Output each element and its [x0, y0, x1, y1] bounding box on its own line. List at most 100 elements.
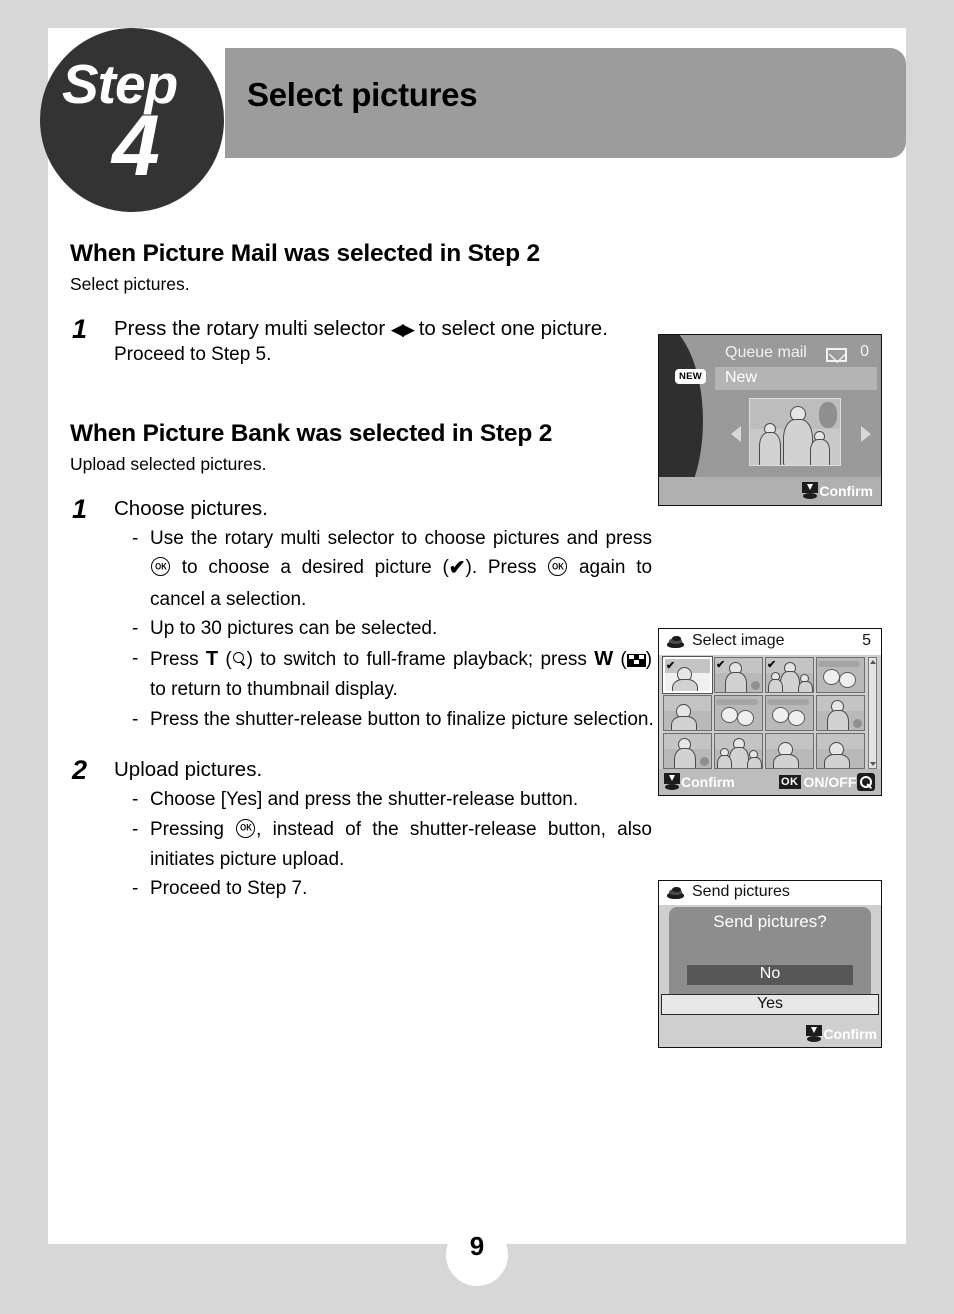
- thumbnail-grid-icon: [626, 653, 646, 667]
- thumbnail-item[interactable]: [714, 733, 763, 769]
- checkmark-icon: ✔: [448, 557, 466, 580]
- bullet-item: Pressing , instead of the shutter-releas…: [132, 815, 652, 874]
- checkmark-icon: ✔: [666, 660, 676, 672]
- shutter-release-icon: [802, 482, 819, 499]
- onoff-label: ON/OFF: [803, 774, 857, 790]
- left-right-arrows-icon: ◀▶: [390, 320, 415, 339]
- confirm-hint: Confirm: [802, 482, 873, 499]
- thumbnail-item[interactable]: ✔: [765, 657, 814, 693]
- ok-button-icon: [151, 557, 170, 577]
- bullet-text-3: ). Press: [465, 557, 537, 579]
- bullet-item: Choose [Yes] and press the shutter-relea…: [132, 785, 652, 815]
- thumbnail-art: [715, 696, 762, 730]
- select-image-header: Select image 5: [659, 629, 881, 655]
- bullet-item: Proceed to Step 7.: [132, 874, 652, 904]
- queue-mail-footer: Confirm: [659, 477, 881, 505]
- bullet-text-1: Use the rotary multi selector to choose …: [150, 527, 652, 549]
- thumbnail-art: [817, 696, 864, 730]
- select-image-count: 5: [862, 632, 871, 649]
- thumbnail-art: [664, 696, 711, 730]
- thumbnail-art: [766, 696, 813, 730]
- thumbnail-item[interactable]: [663, 695, 712, 731]
- thumbnail-item[interactable]: ✔: [662, 656, 713, 694]
- bullet-text-1: Pressing: [150, 818, 224, 840]
- thumbnail-art: [817, 658, 864, 692]
- thumbnail-item[interactable]: [816, 695, 865, 731]
- queue-mail-new-row[interactable]: New: [715, 367, 877, 390]
- scrollbar[interactable]: [868, 657, 877, 769]
- new-badge: NEW: [675, 369, 707, 384]
- confirm-hint: Confirm: [664, 773, 735, 790]
- step-title-text-before: Press the rotary multi selector: [114, 317, 386, 340]
- thumbnail-item[interactable]: [765, 695, 814, 731]
- step-marker: 2: [72, 755, 88, 786]
- dialog-option-no[interactable]: No: [687, 965, 853, 985]
- ok-button-icon: [236, 818, 256, 838]
- queue-mail-new-label: New: [725, 369, 758, 386]
- checkmark-icon: ✔: [716, 659, 726, 671]
- bullet-text-2: , instead of the shutter-release button,…: [150, 818, 652, 870]
- bullet-item: Press T () to switch to full-frame playb…: [132, 644, 652, 705]
- page-number: 9: [469, 1231, 485, 1261]
- queue-mail-title: Queue mail: [725, 344, 807, 361]
- bullet-item: Press the shutter-release button to fina…: [132, 705, 654, 735]
- confirm-hint: Confirm: [806, 1025, 877, 1042]
- magnifier-icon[interactable]: [857, 773, 875, 791]
- onoff-hint: OK ON/OFF: [779, 774, 856, 790]
- confirm-label: Confirm: [681, 773, 735, 790]
- dialog-option-yes[interactable]: Yes: [661, 994, 879, 1015]
- dialog-question: Send pictures?: [713, 912, 827, 931]
- step-bullet-list: Use the rotary multi selector to choose …: [114, 524, 654, 735]
- thumbnail-grid[interactable]: ✔ ✔ ✔: [662, 656, 865, 769]
- step-marker: 1: [72, 314, 88, 344]
- step-badge-number: 4: [112, 98, 160, 194]
- thumbnail-item[interactable]: [663, 733, 712, 769]
- bullet-item: Up to 30 pictures can be selected.: [132, 614, 652, 644]
- thumbnail-item[interactable]: ✔: [714, 657, 763, 693]
- send-pictures-body: Send pictures Send pictures? No Yes Conf…: [659, 881, 881, 1047]
- tele-zoom-key-icon: T: [205, 647, 219, 670]
- page-title: Select pictures: [247, 76, 478, 113]
- section-subtitle-picture-mail: Select pictures.: [70, 274, 190, 294]
- shutter-release-icon: [664, 773, 680, 790]
- step-title: Press the rotary multi selector ◀▶ to se…: [114, 315, 674, 342]
- bullet-text-2: to choose a desired picture (: [181, 557, 449, 579]
- section-heading-picture-mail: When Picture Mail was selected in Step 2: [70, 240, 540, 267]
- right-arrow-icon[interactable]: [861, 426, 871, 442]
- preview-thumbnail: [749, 398, 841, 466]
- step-marker: 1: [72, 493, 88, 524]
- camera-screen-queue-mail: Queue mail 0 NEW New Confirm: [658, 334, 882, 506]
- bullet-text-1: Press: [150, 648, 199, 670]
- ok-button-icon: [548, 557, 568, 577]
- send-pictures-footer: Confirm: [659, 1021, 881, 1047]
- shutter-release-icon: [806, 1025, 823, 1042]
- step-title-text-after: to select one picture.: [418, 317, 608, 340]
- thumbnail-art: [664, 734, 711, 768]
- thumbnail-art: [766, 734, 813, 768]
- left-arrow-icon[interactable]: [731, 426, 741, 442]
- thumbnail-art: [817, 734, 864, 768]
- queue-mail-body: Queue mail 0 NEW New Confirm: [659, 335, 881, 505]
- thumbnail-art: [715, 734, 762, 768]
- send-pictures-title: Send pictures: [692, 883, 790, 900]
- select-image-title: Select image: [692, 632, 785, 649]
- thumbnail-item[interactable]: [816, 657, 865, 693]
- checkmark-icon: ✔: [767, 659, 777, 671]
- album-icon: [667, 887, 685, 900]
- bullet-item: Use the rotary multi selector to choose …: [132, 524, 652, 614]
- select-image-footer: Confirm OK ON/OFF: [659, 769, 881, 795]
- photo-art: [750, 399, 840, 465]
- thumbnail-item[interactable]: [765, 733, 814, 769]
- bullet-text-3: ) to switch to full-frame playback; pres…: [246, 648, 587, 670]
- thumbnail-item[interactable]: [714, 695, 763, 731]
- envelope-icon: [826, 348, 847, 362]
- confirm-label: Confirm: [819, 482, 873, 499]
- queue-mail-count: 0: [860, 343, 869, 360]
- thumbnail-item[interactable]: [816, 733, 865, 769]
- confirm-label: Confirm: [823, 1025, 877, 1042]
- wide-zoom-key-icon: W: [594, 647, 614, 670]
- album-icon: [667, 636, 685, 649]
- camera-screen-send-pictures: Send pictures Send pictures? No Yes Conf…: [658, 880, 882, 1048]
- step-badge: Step 4: [40, 28, 224, 212]
- magnifier-icon: [232, 651, 247, 668]
